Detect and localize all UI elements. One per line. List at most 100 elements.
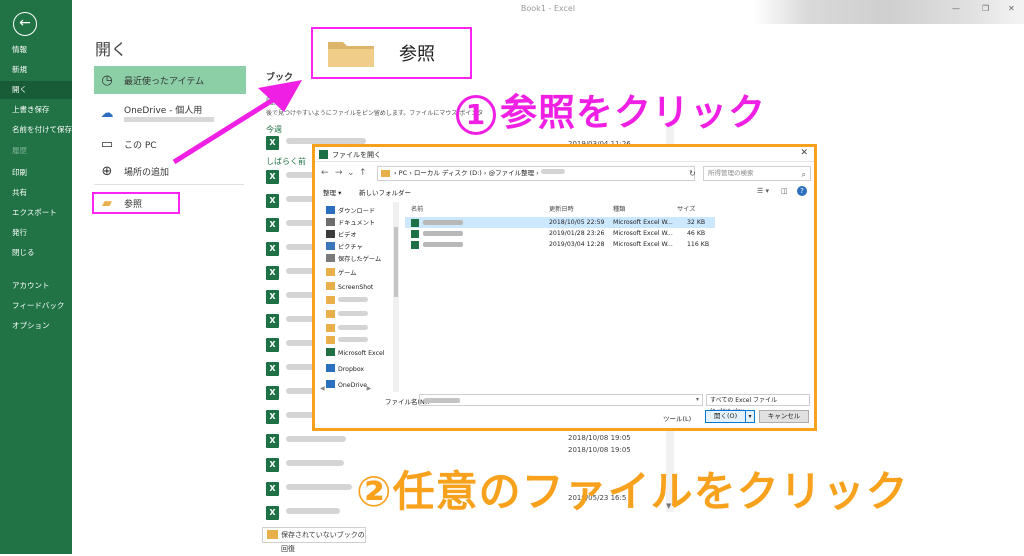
file-row[interactable]: 2019/03/04 12:28 Microsoft Excel W... 116 … <box>405 239 715 250</box>
step1-text: 参照をクリック <box>500 91 766 134</box>
nav-publish[interactable]: 発行 <box>0 224 72 242</box>
cancel-button[interactable]: キャンセル <box>759 410 809 423</box>
onedrive-icon: ☁ <box>100 105 114 121</box>
excel-file-icon[interactable]: X <box>266 386 279 400</box>
minimize-icon[interactable]: — <box>952 4 960 13</box>
breadcrumb-pc[interactable]: PC <box>399 169 407 177</box>
tree-scrollbar[interactable] <box>393 202 399 392</box>
tree-scroll-thumb[interactable] <box>394 227 398 297</box>
browse-callout-label: 参照 <box>399 44 435 65</box>
backstage-nav: ← 情報 新規 開く 上書き保存 名前を付けて保存 履歴 印刷 共有 エクスポー… <box>0 0 72 554</box>
nav-save-as[interactable]: 名前を付けて保存 <box>0 121 72 139</box>
excel-file-icon[interactable]: X <box>266 458 279 472</box>
view-options-icon[interactable]: ☰ ▾ <box>757 187 769 195</box>
tree-item[interactable]: ダウンロード⚲ <box>326 206 398 218</box>
nav-open[interactable]: 開く <box>0 81 72 99</box>
nav-export[interactable]: エクスポート <box>0 204 72 222</box>
tree-item[interactable]: ピクチャ⚲ <box>326 242 398 254</box>
tools-button[interactable]: ツール(L) <box>663 413 691 423</box>
back-icon[interactable]: ← <box>321 168 329 178</box>
group-pinned: 固定 <box>266 97 282 106</box>
tree-item-redacted[interactable] <box>326 324 368 336</box>
excel-file-icon[interactable]: X <box>266 136 279 150</box>
excel-file-icon[interactable]: X <box>266 242 279 256</box>
place-recent[interactable]: ◷ 最近使ったアイテム <box>94 66 246 94</box>
tree-item-redacted[interactable] <box>326 336 368 348</box>
nav-info[interactable]: 情報 <box>0 41 72 59</box>
preview-pane-icon[interactable]: ◫ <box>781 187 788 195</box>
nav-close[interactable]: 閉じる <box>0 244 72 262</box>
tree-item[interactable]: 保存したゲーム⚲ <box>326 254 398 266</box>
excel-file-icon[interactable]: X <box>266 218 279 232</box>
folder-icon <box>328 42 374 67</box>
filetype-select[interactable]: すべての Excel ファイル (*.xl*;*.xlsx <box>706 394 810 415</box>
column-size[interactable]: サイズ <box>677 204 695 213</box>
back-arrow-icon[interactable]: ← <box>13 12 37 36</box>
excel-file-icon[interactable]: X <box>266 434 279 448</box>
tree-item[interactable]: ゲーム <box>326 268 356 280</box>
address-bar[interactable]: › PC › ローカル ディスク (D:) › @ファイル整理 › <box>377 166 695 181</box>
filename-input[interactable]: ▾ <box>419 394 703 406</box>
restore-icon[interactable]: ❐ <box>982 4 989 13</box>
nav-print[interactable]: 印刷 <box>0 164 72 182</box>
column-type[interactable]: 種類 <box>613 204 625 213</box>
chevron-down-icon[interactable]: ▾ <box>745 411 754 422</box>
tree-item[interactable]: Dropbox <box>326 364 364 376</box>
tree-item[interactable]: ScreenShot <box>326 282 373 294</box>
chevron-down-icon[interactable]: ▾ <box>696 396 699 403</box>
excel-file-icon[interactable]: X <box>266 506 279 520</box>
up-icon[interactable]: ↑ <box>359 168 367 178</box>
excel-file-icon <box>411 230 419 238</box>
tree-item-redacted[interactable] <box>326 296 368 308</box>
file-date: 2018/10/08 19:05 <box>568 446 631 454</box>
folder-icon <box>267 530 278 539</box>
tree-item[interactable]: ドキュメント⚲ <box>326 218 398 230</box>
organize-button[interactable]: 整理 ▾ <box>323 187 341 197</box>
recover-unsaved-button[interactable]: 保存されていないブックの回復 <box>262 527 366 553</box>
excel-file-icon[interactable]: X <box>266 314 279 328</box>
page-title: 開く <box>95 40 128 59</box>
open-button[interactable]: 開く(O) ▾ <box>705 410 755 423</box>
close-icon[interactable]: ✕ <box>1008 4 1015 13</box>
nav-feedback[interactable]: フィードバック <box>0 297 72 315</box>
excel-file-icon[interactable]: X <box>266 362 279 376</box>
nav-account[interactable]: アカウント <box>0 277 72 295</box>
tree-item-redacted[interactable] <box>326 310 368 322</box>
column-name[interactable]: 名前 <box>411 204 423 213</box>
search-input[interactable]: 所得管理の検索 ⌕ <box>703 166 811 181</box>
nav-options[interactable]: オプション <box>0 317 72 335</box>
place-this-pc[interactable]: ▭ この PC <box>94 130 246 158</box>
file-row[interactable]: 2018/10/05 22:59 Microsoft Excel W... 32 K… <box>405 217 715 228</box>
file-list-header: 名前 更新日時 種類 サイズ <box>405 202 809 215</box>
place-add[interactable]: ⊕ 場所の追加 <box>94 157 246 185</box>
help-icon[interactable]: ? <box>797 186 807 196</box>
excel-file-icon[interactable]: X <box>266 266 279 280</box>
refresh-icon[interactable]: ↻ <box>689 169 696 178</box>
breadcrumb-drive[interactable]: ローカル ディスク (D:) <box>414 169 482 177</box>
excel-file-icon[interactable]: X <box>266 170 279 184</box>
tree-hscroll[interactable]: ◀ ▶ <box>320 385 400 392</box>
tree-item[interactable]: Microsoft Excel <box>326 348 385 360</box>
excel-file-icon[interactable]: X <box>266 290 279 304</box>
tree-item-label: 保存したゲーム <box>338 256 382 263</box>
nav-save[interactable]: 上書き保存 <box>0 101 72 119</box>
close-icon[interactable]: ✕ <box>800 148 808 158</box>
new-folder-button[interactable]: 新しいフォルダー <box>359 187 411 197</box>
breadcrumb-folder[interactable]: @ファイル整理 <box>489 169 535 177</box>
nav-history[interactable]: 履歴 <box>0 142 72 160</box>
tree-item[interactable]: ビデオ⚲ <box>326 230 398 242</box>
column-date[interactable]: 更新日時 <box>549 204 574 213</box>
excel-file-icon[interactable]: X <box>266 482 279 496</box>
forward-icon[interactable]: → <box>335 168 343 178</box>
place-recent-label: 最近使ったアイテム <box>124 76 205 87</box>
file-row[interactable]: 2019/01/28 23:26 Microsoft Excel W... 46 K… <box>405 228 715 239</box>
nav-share[interactable]: 共有 <box>0 184 72 202</box>
chevron-down-icon[interactable]: ⌄ <box>347 168 355 178</box>
nav-new[interactable]: 新規 <box>0 61 72 79</box>
excel-file-icon[interactable]: X <box>266 194 279 208</box>
place-onedrive[interactable]: ☁ OneDrive - 個人用 <box>94 99 246 127</box>
place-this-pc-label: この PC <box>124 140 157 151</box>
excel-file-icon[interactable]: X <box>266 338 279 352</box>
excel-file-icon[interactable]: X <box>266 410 279 424</box>
command-bar: 整理 ▾ 新しいフォルダー ☰ ▾ ◫ ? <box>315 185 814 199</box>
